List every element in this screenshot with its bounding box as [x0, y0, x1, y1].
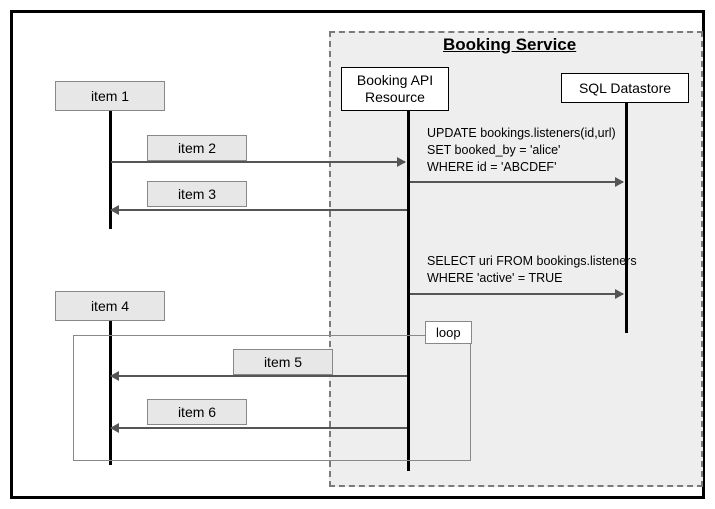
message-item2-label: item 2: [178, 140, 216, 156]
message-item2-box: item 2: [147, 135, 247, 161]
arrow-item5: [111, 375, 407, 377]
sql-update-line3: WHERE id = 'ABCDEF': [427, 159, 616, 176]
sql-update-text: UPDATE bookings.listeners(id,url) SET bo…: [427, 125, 616, 176]
diagram-frame: Booking Service item 1 Booking API Resou…: [10, 10, 705, 499]
participant-item4-label: item 4: [91, 298, 129, 314]
sql-update-line2: SET booked_by = 'alice': [427, 142, 616, 159]
participant-item1: item 1: [55, 81, 165, 111]
message-item6-box: item 6: [147, 399, 247, 425]
arrow-item3: [111, 209, 407, 211]
message-item3-box: item 3: [147, 181, 247, 207]
loop-label-text: loop: [436, 325, 461, 340]
booking-service-title: Booking Service: [443, 35, 576, 55]
participant-item1-label: item 1: [91, 88, 129, 104]
message-item3-label: item 3: [178, 186, 216, 202]
sql-select-line1: SELECT uri FROM bookings.listeners: [427, 253, 637, 270]
participant-sql-datastore: SQL Datastore: [561, 73, 689, 103]
participant-booking-api: Booking API Resource: [341, 67, 449, 111]
sql-select-line2: WHERE 'active' = TRUE: [427, 270, 637, 287]
loop-label: loop: [425, 321, 472, 344]
arrow-sql-select: [410, 293, 623, 295]
message-item5-label: item 5: [264, 354, 302, 370]
participant-sql-datastore-label: SQL Datastore: [579, 80, 671, 96]
arrow-item2: [111, 161, 405, 163]
sql-update-line1: UPDATE bookings.listeners(id,url): [427, 125, 616, 142]
lifeline-sql-datastore: [625, 103, 628, 333]
sql-select-text: SELECT uri FROM bookings.listeners WHERE…: [427, 253, 637, 287]
message-item6-label: item 6: [178, 404, 216, 420]
message-item5-box: item 5: [233, 349, 333, 375]
participant-item4: item 4: [55, 291, 165, 321]
arrow-item6: [111, 427, 407, 429]
arrow-sql-update: [410, 181, 623, 183]
participant-booking-api-label: Booking API Resource: [350, 72, 440, 107]
